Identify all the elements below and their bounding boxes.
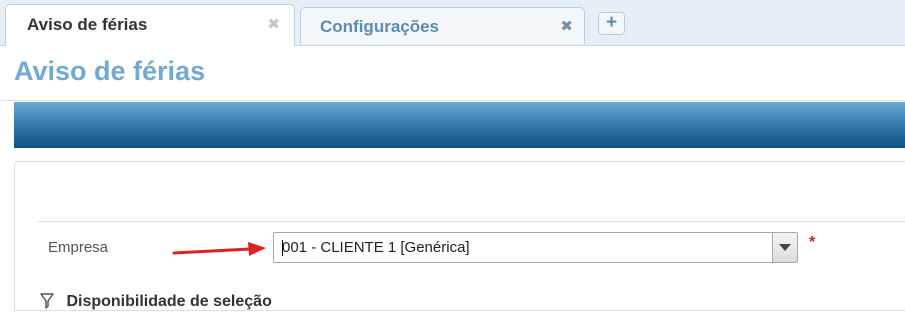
tab-bar: Aviso de férias ✖ Configurações ✖ + [0, 0, 905, 46]
section-title: Disponibilidade de seleção [66, 293, 272, 310]
title-divider [0, 100, 905, 101]
close-icon[interactable]: ✖ [267, 17, 280, 32]
empresa-select[interactable]: 001 - CLIENTE 1 [Genérica] [273, 232, 798, 263]
form-divider [38, 221, 905, 222]
tab-label: Aviso de férias [27, 15, 148, 34]
chevron-down-icon [779, 244, 791, 251]
plus-icon: + [605, 12, 618, 33]
empresa-select-value: 001 - CLIENTE 1 [Genérica] [282, 239, 470, 256]
toolbar-band [14, 102, 905, 148]
section-header[interactable]: Disponibilidade de seleção [40, 293, 272, 313]
tab-label: Configurações [320, 17, 440, 36]
add-tab-button[interactable]: + [598, 12, 625, 35]
dropdown-button[interactable] [772, 233, 797, 262]
tab-configuracoes[interactable]: Configurações ✖ [300, 7, 585, 44]
filter-icon [40, 293, 54, 309]
empresa-label: Empresa [48, 239, 109, 256]
required-indicator: * [809, 234, 816, 251]
annotation-arrow-icon [172, 242, 266, 256]
page-title: Aviso de férias [14, 56, 206, 86]
tab-aviso-de-ferias[interactable]: Aviso de férias ✖ [5, 4, 295, 46]
close-icon[interactable]: ✖ [560, 19, 573, 34]
